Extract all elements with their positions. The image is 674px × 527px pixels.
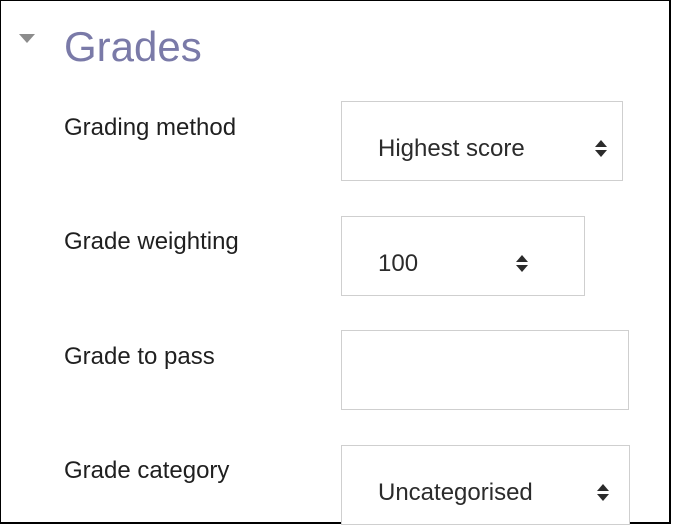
grade-to-pass-input[interactable]: [341, 330, 629, 410]
grade-weighting-value: 100: [378, 250, 419, 277]
select-arrows-icon: [597, 484, 609, 502]
grades-section-header[interactable]: Grades: [1, 17, 401, 77]
grade-category-select[interactable]: Uncategorised: [341, 445, 630, 525]
section-title[interactable]: Grades: [64, 19, 202, 75]
grading-method-select[interactable]: Highest score: [341, 101, 623, 181]
select-arrows-icon: [595, 140, 607, 158]
grade-category-value: Uncategorised: [378, 479, 533, 506]
grade-category-label: Grade category: [64, 457, 230, 484]
grade-weighting-select[interactable]: 100: [341, 216, 585, 296]
grading-method-value: Highest score: [378, 135, 525, 162]
collapse-triangle-icon[interactable]: [19, 34, 35, 43]
grade-to-pass-label: Grade to pass: [64, 343, 215, 370]
select-arrows-icon: [516, 255, 528, 273]
grade-weighting-label: Grade weighting: [64, 228, 239, 255]
grading-method-label: Grading method: [64, 114, 237, 141]
grades-section-panel: Grades Grading method Highest score Grad…: [0, 0, 671, 525]
